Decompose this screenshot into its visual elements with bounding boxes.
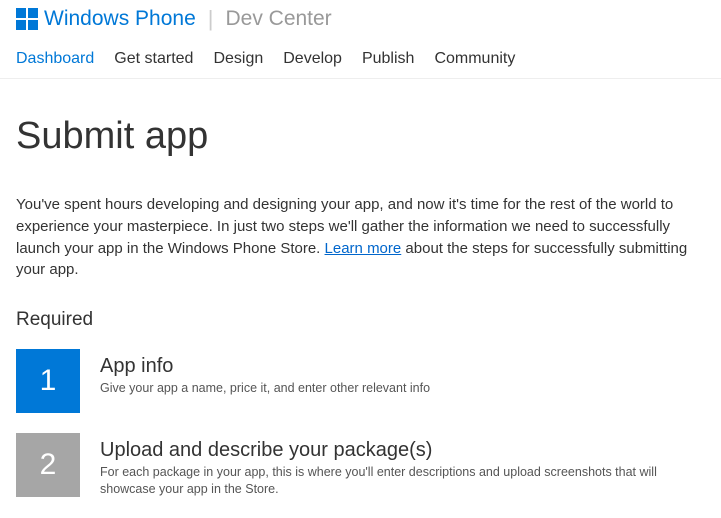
step-number-badge: 2: [16, 433, 80, 497]
intro-text: You've spent hours developing and design…: [16, 194, 705, 281]
nav-get-started[interactable]: Get started: [114, 50, 193, 68]
main-nav: Dashboard Get started Design Develop Pub…: [0, 36, 721, 79]
sub-brand: Dev Center: [225, 7, 331, 31]
main-content: Submit app You've spent hours developing…: [0, 79, 721, 498]
required-label: Required: [16, 309, 705, 331]
nav-publish[interactable]: Publish: [362, 50, 414, 68]
step-body: Upload and describe your package(s) For …: [100, 433, 680, 498]
step-desc: For each package in your app, this is wh…: [100, 464, 680, 498]
nav-develop[interactable]: Develop: [283, 50, 342, 68]
nav-design[interactable]: Design: [213, 50, 263, 68]
step-body: App info Give your app a name, price it,…: [100, 349, 430, 397]
nav-community[interactable]: Community: [434, 50, 515, 68]
step-app-info[interactable]: 1 App info Give your app a name, price i…: [16, 349, 705, 413]
step-number-badge: 1: [16, 349, 80, 413]
nav-dashboard[interactable]: Dashboard: [16, 50, 94, 68]
header: Windows Phone | Dev Center: [0, 0, 721, 36]
brand-name: Windows Phone: [44, 7, 196, 31]
step-upload-packages[interactable]: 2 Upload and describe your package(s) Fo…: [16, 433, 705, 498]
step-title: App info: [100, 355, 430, 378]
learn-more-link[interactable]: Learn more: [325, 240, 402, 257]
windows-logo-icon: [16, 8, 38, 30]
step-title: Upload and describe your package(s): [100, 439, 680, 462]
brand-separator: |: [208, 6, 214, 32]
page-title: Submit app: [16, 115, 705, 158]
step-desc: Give your app a name, price it, and ente…: [100, 380, 430, 397]
